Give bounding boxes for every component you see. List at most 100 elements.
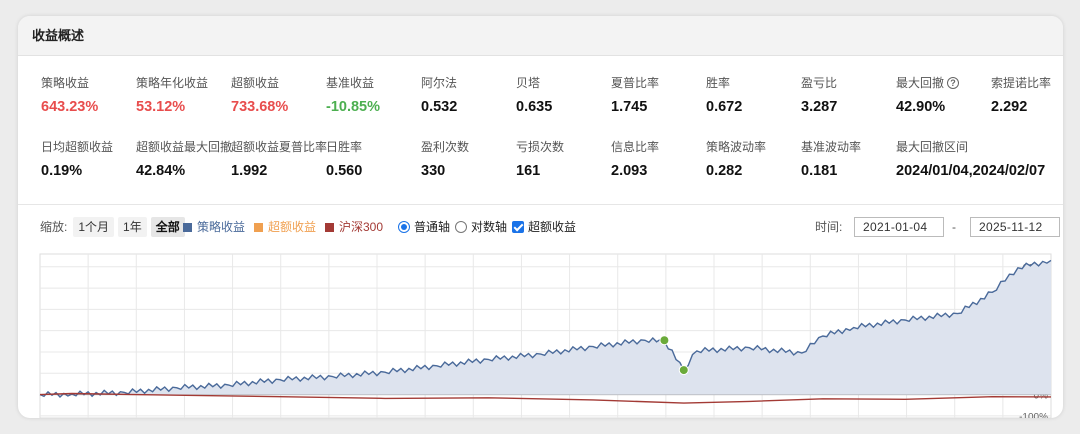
metric-value: 0.672: [706, 99, 743, 115]
metric-label-text: 超额收益最大回撤: [136, 140, 233, 154]
metric-value: 643.23%: [41, 99, 99, 115]
metric-value: 1.992: [231, 163, 268, 179]
legend-swatch-csi300: [325, 222, 334, 232]
help-question-icon[interactable]: ?: [947, 76, 960, 89]
metric-value: 0.560: [326, 163, 363, 179]
metric-label: 贝塔: [516, 74, 616, 91]
metric-r2-2: 超额收益夏普比率 1.992: [231, 138, 331, 179]
returns-chart[interactable]: 600%500%400%300%200%100%0%-100%: [18, 246, 1063, 418]
axis-log-label: 对数轴: [471, 220, 508, 234]
metric-label: 策略收益: [41, 74, 141, 91]
metric-label-text: 胜率: [706, 76, 731, 90]
radio-log-icon[interactable]: [455, 221, 467, 233]
metric-r1-7: 胜率 0.672: [706, 74, 806, 115]
excess-toggle[interactable]: 超额收益: [512, 216, 576, 238]
metric-label: 最大回撤区间: [896, 138, 996, 155]
metric-label-text: 策略波动率: [706, 140, 767, 154]
metric-label: 基准收益: [326, 74, 426, 91]
start-date-input[interactable]: 2021-01-04: [854, 217, 944, 237]
metric-r2-6: 信息比率 2.093: [611, 138, 711, 179]
metric-label-text: 基准收益: [326, 76, 375, 90]
metric-value: 3.287: [801, 99, 838, 115]
metric-value: -10.85%: [326, 99, 381, 115]
zoom-all-button[interactable]: 全部: [150, 217, 185, 237]
metric-label: 胜率: [706, 74, 806, 91]
metric-value: 161: [516, 163, 541, 179]
metric-r2-4: 盈利次数 330: [421, 138, 521, 179]
legend-strategy[interactable]: 策略收益: [183, 216, 245, 238]
metric-r1-6: 夏普比率 1.745: [611, 74, 711, 115]
legend-label-strategy: 策略收益: [197, 220, 246, 234]
legend-swatch-strategy: [183, 222, 192, 232]
metric-value: 0.181: [801, 163, 838, 179]
metric-label-text: 日均超额收益: [41, 140, 114, 154]
metric-r2-5: 亏损次数 161: [516, 138, 616, 179]
metric-label: 亏损次数: [516, 138, 616, 155]
metrics-grid: 策略收益 643.23% 策略年化收益 53.12% 超额收益 733.68% 基准收益 -1…: [18, 56, 1063, 206]
metric-label: 日均超额收益: [41, 138, 141, 155]
metric-label-text: 贝塔: [516, 76, 541, 90]
radio-linear-selected-icon[interactable]: [398, 221, 410, 233]
metric-r2-7: 策略波动率 0.282: [706, 138, 806, 179]
legend-excess[interactable]: 超额收益: [254, 216, 316, 238]
metric-label: 夏普比率: [611, 74, 711, 91]
metric-label: 策略波动率: [706, 138, 806, 155]
axis-linear-option[interactable]: 普通轴: [398, 216, 450, 238]
metric-label-text: 信息比率: [611, 140, 660, 154]
legend-csi300[interactable]: 沪深300: [325, 216, 383, 238]
metric-value: 42.84%: [136, 163, 186, 179]
metric-r1-2: 超额收益 733.68%: [231, 74, 331, 115]
metric-value: 0.19%: [41, 163, 83, 179]
metric-label-text: 夏普比率: [611, 76, 660, 90]
checkbox-checked-icon[interactable]: [512, 221, 524, 233]
chart-toolbar: 缩放: 1个月 1年 全部 策略收益 超额收益 沪深300 普通轴 对数轴 超额…: [18, 216, 1063, 242]
metric-label: 阿尔法: [421, 74, 521, 91]
zoom-label: 缩放:: [40, 220, 68, 234]
panel-title: 收益概述: [18, 16, 1063, 56]
metric-value: 733.68%: [231, 99, 289, 115]
metric-r2-0: 日均超额收益 0.19%: [41, 138, 141, 179]
metric-label-text: 超额收益: [231, 76, 280, 90]
metric-label: 超额收益: [231, 74, 331, 91]
axis-linear-label: 普通轴: [414, 220, 451, 234]
metric-label: 盈亏比: [801, 74, 901, 91]
legend-swatch-excess: [254, 222, 263, 232]
drawdown-marker[interactable]: [659, 335, 670, 346]
metric-r2-3: 日胜率 0.560: [326, 138, 426, 179]
metric-r1-5: 贝塔 0.635: [516, 74, 616, 115]
metric-label: 日胜率: [326, 138, 426, 155]
metric-label: 超额收益最大回撤: [136, 138, 236, 155]
excess-toggle-label: 超额收益: [528, 220, 577, 234]
metric-r1-10: 索提诺比率 2.292: [991, 74, 1063, 115]
returns-overview-card: 收益概述 策略收益 643.23% 策略年化收益 53.12% 超额收益 733.68% 基…: [18, 16, 1063, 418]
metric-label-text: 盈亏比: [801, 76, 838, 90]
metric-label: 超额收益夏普比率: [231, 138, 331, 155]
zoom-1-month-button[interactable]: 1个月: [73, 217, 115, 237]
metric-r2-1: 超额收益最大回撤 42.84%: [136, 138, 236, 179]
time-label: 时间:: [815, 220, 843, 234]
metric-r1-1: 策略年化收益 53.12%: [136, 74, 236, 115]
legend-label-excess: 超额收益: [268, 220, 317, 234]
zoom-1-year-button[interactable]: 1年: [118, 217, 147, 237]
drawdown-marker[interactable]: [678, 365, 689, 376]
metric-label-text: 亏损次数: [516, 140, 565, 154]
metric-value: 2024/01/04,2024/02/07: [896, 163, 1046, 179]
metric-label-text: 日胜率: [326, 140, 363, 154]
metric-value: 2.093: [611, 163, 648, 179]
metric-label: 索提诺比率: [991, 74, 1063, 91]
metric-label-text: 索提诺比率: [991, 76, 1052, 90]
axis-log-option[interactable]: 对数轴: [455, 216, 507, 238]
metric-label: 盈利次数: [421, 138, 521, 155]
metric-label-text: 阿尔法: [421, 76, 458, 90]
metric-label-text: 策略年化收益: [136, 76, 209, 90]
end-date-input[interactable]: 2025-11-12: [970, 217, 1060, 237]
metric-label-text: 盈利次数: [421, 140, 470, 154]
metric-value: 1.745: [611, 99, 648, 115]
metric-r2-8: 基准波动率 0.181: [801, 138, 901, 179]
metric-label-text: 超额收益夏普比率: [231, 140, 328, 154]
metric-r2-9: 最大回撤区间 2024/01/04,2024/02/07: [896, 138, 1046, 179]
metric-label-text: 最大回撤: [896, 76, 945, 90]
metric-r1-4: 阿尔法 0.532: [421, 74, 521, 115]
metric-value: 2.292: [991, 99, 1028, 115]
metric-label: 策略年化收益: [136, 74, 236, 91]
